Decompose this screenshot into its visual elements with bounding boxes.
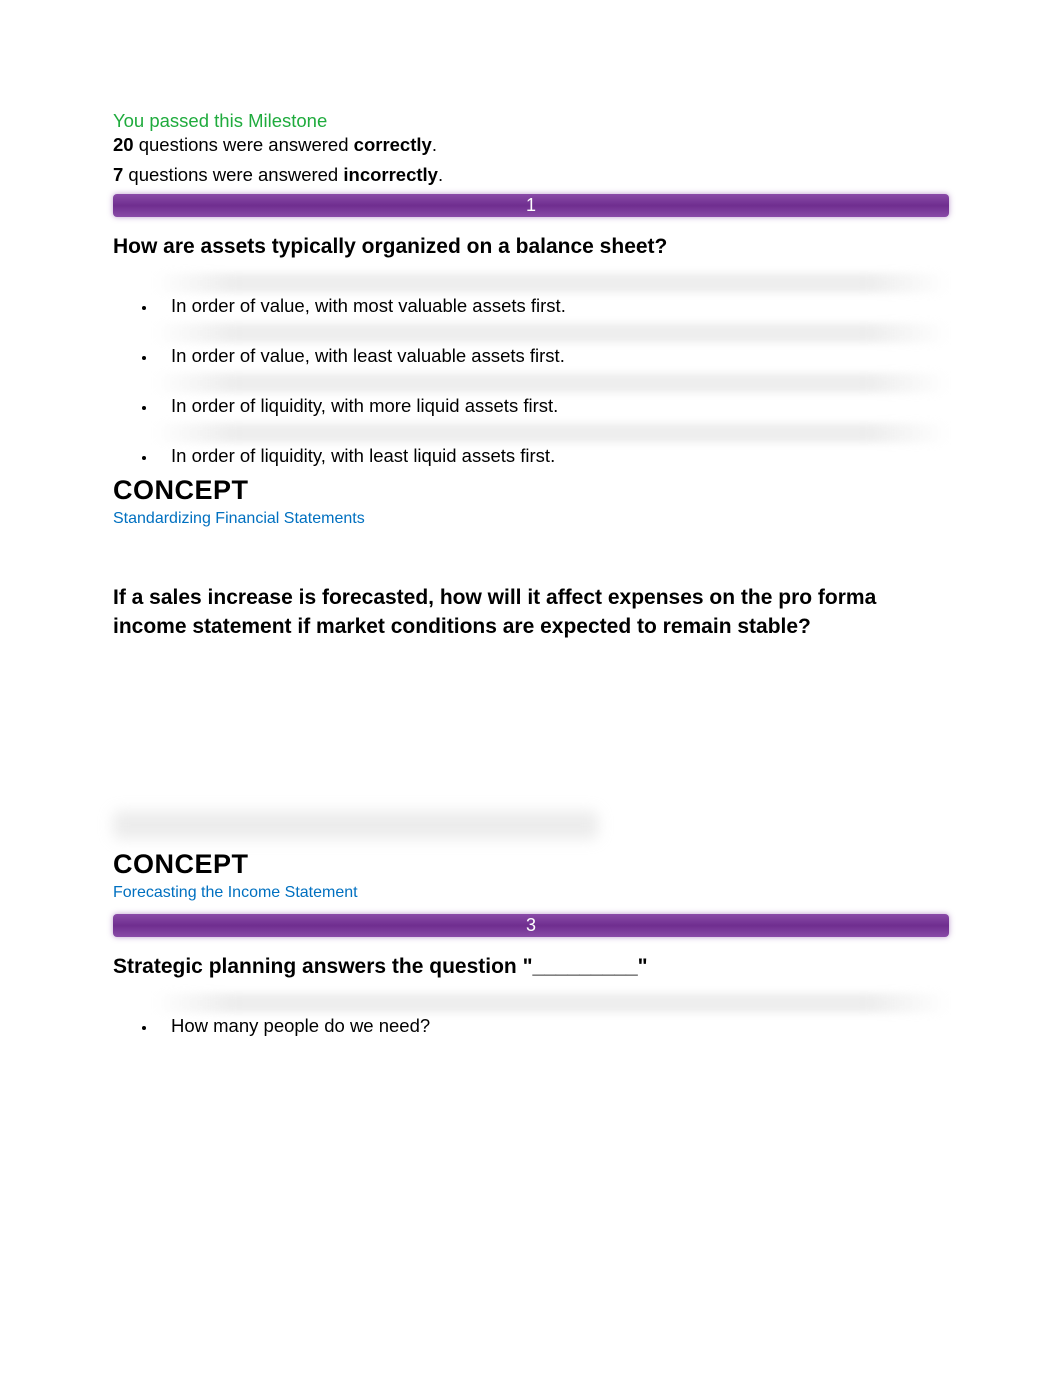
blur-overlay [153, 423, 949, 443]
question-2-text: If a sales increase is forecasted, how w… [113, 584, 949, 641]
answer-text: How many people do we need? [157, 1015, 949, 1037]
period: . [432, 134, 437, 155]
answer-text: In order of value, with most valuable as… [157, 295, 949, 317]
period2: . [438, 164, 443, 185]
blur-overlay [153, 373, 949, 393]
question-number-bar: 3 [113, 914, 949, 937]
correct-count: 20 [113, 134, 134, 155]
list-item: In order of liquidity, with more liquid … [157, 373, 949, 417]
answer-text: In order of value, with least valuable a… [157, 345, 949, 367]
correct-mid: questions were answered [134, 134, 354, 155]
blur-overlay [153, 273, 949, 293]
incorrect-count: 7 [113, 164, 123, 185]
concept-link[interactable]: Forecasting the Income Statement [113, 884, 949, 902]
list-item: How many people do we need? [157, 993, 949, 1037]
list-item: In order of value, with most valuable as… [157, 273, 949, 317]
milestone-passed-text: You passed this Milestone [113, 110, 949, 132]
incorrect-mid: questions were answered [123, 164, 343, 185]
list-item: In order of value, with least valuable a… [157, 323, 949, 367]
correct-summary: 20 questions were answered correctly. [113, 134, 949, 156]
incorrect-word: incorrectly [343, 164, 438, 185]
question-1-answers: In order of value, with most valuable as… [113, 273, 949, 467]
question-3-answers: How many people do we need? [113, 993, 949, 1037]
correct-word: correctly [354, 134, 432, 155]
answer-text: In order of liquidity, with least liquid… [157, 445, 949, 467]
incorrect-summary: 7 questions were answered incorrectly. [113, 164, 949, 186]
blur-overlay [153, 993, 949, 1013]
question-number-bar: 1 [113, 194, 949, 217]
list-item: In order of liquidity, with least liquid… [157, 423, 949, 467]
question-3-text: Strategic planning answers the question … [113, 953, 949, 981]
question-1-text: How are assets typically organized on a … [113, 233, 949, 261]
concept-heading: CONCEPT [113, 475, 949, 506]
blur-overlay [113, 811, 598, 839]
concept-link[interactable]: Standardizing Financial Statements [113, 510, 949, 528]
blur-overlay [153, 323, 949, 343]
concept-heading: CONCEPT [113, 849, 949, 880]
answer-text: In order of liquidity, with more liquid … [157, 395, 949, 417]
